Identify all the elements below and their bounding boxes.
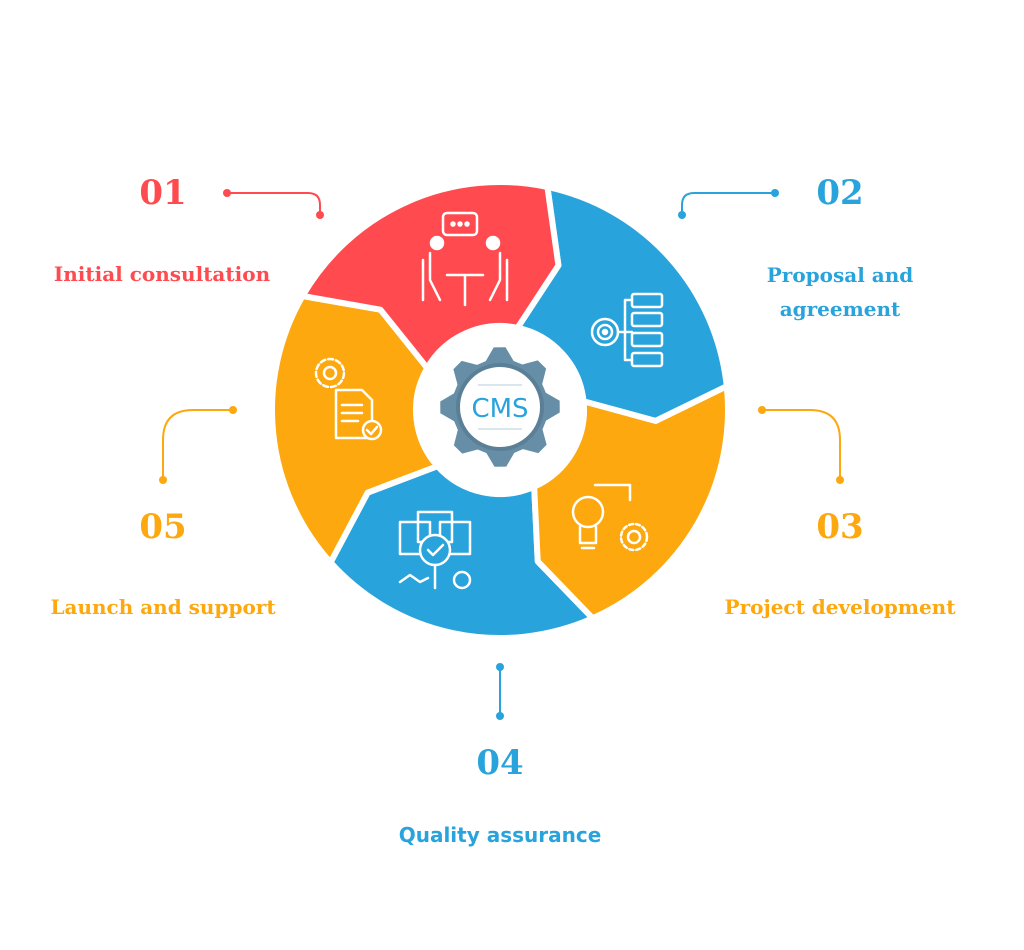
step-04-title: Quality assurance [398,823,602,847]
connector-dot [496,712,504,720]
segment-03 [531,383,731,622]
connector-dot [223,189,231,197]
step-02-title-line2: agreement [779,297,901,321]
step-01-number: 01 [139,173,187,213]
step-04-number: 04 [476,743,524,783]
connector-02 [681,192,775,215]
process-wheel: CMS [159,179,844,720]
step-03-number: 03 [816,507,864,547]
connector-dot [229,406,237,414]
connector-03 [762,409,841,480]
center-label: CMS [471,394,528,424]
connector-01 [227,192,321,215]
connector-dot [159,476,167,484]
connector-dot [316,211,324,219]
connector-05 [162,409,233,480]
step-02-number: 02 [816,173,864,213]
step-05-number: 05 [139,507,187,547]
connector-dot [771,189,779,197]
connector-dot [496,663,504,671]
step-01-title: Initial consultation [53,262,271,286]
connector-dot [678,211,686,219]
connector-dot [836,476,844,484]
cms-process-diagram: CMS 01 Initial consultation 02 Proposal … [0,0,1024,950]
step-03-title: Project development [724,595,956,619]
connector-dot [758,406,766,414]
step-02-title-line1: Proposal and [766,263,914,287]
step-05-title: Launch and support [50,595,276,619]
step-02-title: Proposal and agreement [767,258,914,326]
